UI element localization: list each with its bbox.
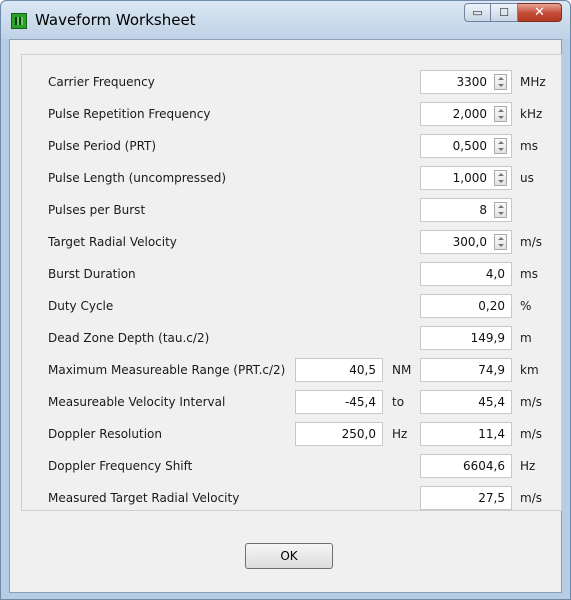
mid-unit-label: to — [392, 395, 405, 409]
row-label: Pulses per Burst — [48, 203, 146, 217]
row-measureable-velocity-interval: Measureable Velocity Interval -45,4 to 4… — [22, 386, 561, 418]
row-label: Carrier Frequency — [48, 75, 155, 89]
burst-duration-field[interactable]: 4,0 — [420, 262, 512, 286]
app-icon — [11, 13, 27, 29]
row-burst-duration: Burst Duration 4,0 ms — [22, 258, 561, 290]
velocity-interval-min-field[interactable]: -45,4 — [295, 390, 383, 414]
spinner-arrows-icon[interactable] — [494, 202, 507, 218]
max-range-km-field[interactable]: 74,9 — [420, 358, 512, 382]
row-label: Dead Zone Depth (tau.c/2) — [48, 331, 210, 345]
spinner-arrows-icon[interactable] — [494, 138, 507, 154]
window-title: Waveform Worksheet — [35, 11, 196, 29]
unit-label: km — [520, 363, 539, 377]
unit-label: m/s — [520, 235, 542, 249]
row-pulse-repetition-frequency: Pulse Repetition Frequency 2,000 kHz — [22, 98, 561, 130]
window-controls: ▭ ☐ ✕ — [464, 3, 562, 23]
row-label: Duty Cycle — [48, 299, 114, 313]
duty-cycle-field[interactable]: 0,20 — [420, 294, 512, 318]
row-label: Measured Target Radial Velocity — [48, 491, 240, 505]
doppler-resolution-ms-field[interactable]: 11,4 — [420, 422, 512, 446]
row-label: Maximum Measureable Range (PRT.c/2) — [48, 363, 286, 377]
minimize-icon: ▭ — [472, 6, 483, 19]
dead-zone-depth-field[interactable]: 149,9 — [420, 326, 512, 350]
unit-label: us — [520, 171, 534, 185]
row-label: Doppler Resolution — [48, 427, 162, 441]
row-label: Pulse Repetition Frequency — [48, 107, 211, 121]
spinner-arrows-icon[interactable] — [494, 106, 507, 122]
title-bar[interactable]: Waveform Worksheet ▭ ☐ ✕ — [1, 1, 570, 39]
row-pulse-period: Pulse Period (PRT) 0,500 ms — [22, 130, 561, 162]
doppler-resolution-hz-field[interactable]: 250,0 — [295, 422, 383, 446]
spinner-arrows-icon[interactable] — [494, 170, 507, 186]
measured-velocity-field[interactable]: 27,5 — [420, 486, 512, 510]
doppler-frequency-shift-field[interactable]: 6604,6 — [420, 454, 512, 478]
row-label: Target Radial Velocity — [48, 235, 177, 249]
row-doppler-frequency-shift: Doppler Frequency Shift 6604,6 Hz — [22, 450, 561, 482]
unit-label: m/s — [520, 395, 542, 409]
row-label: Measureable Velocity Interval — [48, 395, 226, 409]
spinner-arrows-icon[interactable] — [494, 234, 507, 250]
row-pulses-per-burst: Pulses per Burst 8 — [22, 194, 561, 226]
row-target-radial-velocity: Target Radial Velocity 300,0 m/s — [22, 226, 561, 258]
pulse-period-input[interactable]: 0,500 — [420, 134, 512, 158]
unit-label: ms — [520, 267, 538, 281]
row-maximum-measureable-range: Maximum Measureable Range (PRT.c/2) 40,5… — [22, 354, 561, 386]
prf-input[interactable]: 2,000 — [420, 102, 512, 126]
row-label: Burst Duration — [48, 267, 136, 281]
row-duty-cycle: Duty Cycle 0,20 % — [22, 290, 561, 322]
close-icon: ✕ — [534, 5, 545, 20]
row-label: Pulse Length (uncompressed) — [48, 171, 226, 185]
row-measured-target-radial-velocity: Measured Target Radial Velocity 27,5 m/s — [22, 482, 561, 514]
velocity-interval-max-field[interactable]: 45,4 — [420, 390, 512, 414]
carrier-frequency-input[interactable]: 3300 — [420, 70, 512, 94]
pulses-per-burst-input[interactable]: 8 — [420, 198, 512, 222]
unit-label: Hz — [520, 459, 536, 473]
mid-unit-label: Hz — [392, 427, 408, 441]
max-range-nm-field[interactable]: 40,5 — [295, 358, 383, 382]
row-dead-zone-depth: Dead Zone Depth (tau.c/2) 149,9 m — [22, 322, 561, 354]
unit-label: % — [520, 299, 532, 313]
row-carrier-frequency: Carrier Frequency 3300 MHz — [22, 66, 561, 98]
maximize-button[interactable]: ☐ — [491, 3, 518, 22]
parameters-panel: Carrier Frequency 3300 MHz Pulse Repetit… — [21, 54, 562, 511]
unit-label: MHz — [520, 75, 546, 89]
unit-label: kHz — [520, 107, 543, 121]
unit-label: m/s — [520, 491, 542, 505]
maximize-icon: ☐ — [499, 6, 509, 19]
unit-label: ms — [520, 139, 538, 153]
unit-label: m/s — [520, 427, 542, 441]
row-label: Doppler Frequency Shift — [48, 459, 193, 473]
worksheet-window: Waveform Worksheet ▭ ☐ ✕ Carrier Frequen… — [0, 0, 571, 600]
unit-label: m — [520, 331, 532, 345]
row-pulse-length: Pulse Length (uncompressed) 1,000 us — [22, 162, 561, 194]
mid-unit-label: NM — [392, 363, 412, 377]
pulse-length-input[interactable]: 1,000 — [420, 166, 512, 190]
row-doppler-resolution: Doppler Resolution 250,0 Hz 11,4 m/s — [22, 418, 561, 450]
target-radial-velocity-input[interactable]: 300,0 — [420, 230, 512, 254]
spinner-arrows-icon[interactable] — [494, 74, 507, 90]
row-label: Pulse Period (PRT) — [48, 139, 157, 153]
dialog-client-area: Carrier Frequency 3300 MHz Pulse Repetit… — [9, 39, 562, 593]
ok-button[interactable]: OK — [245, 543, 333, 569]
close-button[interactable]: ✕ — [518, 3, 562, 22]
minimize-button[interactable]: ▭ — [464, 3, 491, 22]
